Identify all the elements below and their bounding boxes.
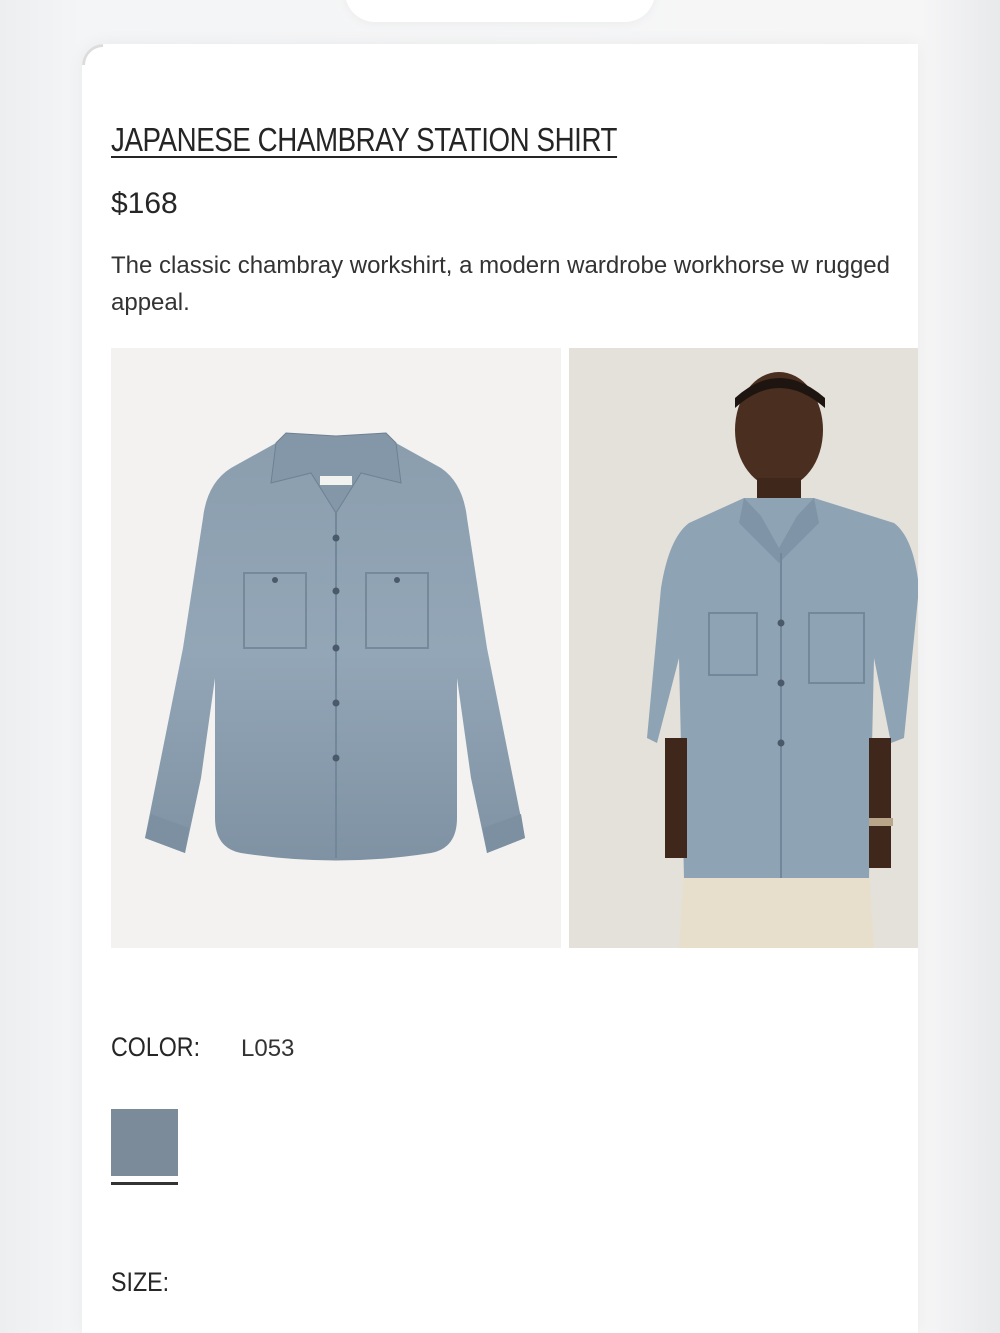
product-title[interactable]: JAPANESE CHAMBRAY STATION SHIRT [111, 121, 617, 159]
color-value: L053 [241, 1035, 295, 1062]
shirt-model-image[interactable] [569, 348, 918, 948]
top-pill [345, 0, 655, 22]
swatch-selected-indicator [111, 1182, 178, 1185]
product-price: $168 [111, 187, 178, 220]
color-label: COLOR: [111, 1032, 201, 1062]
shirt-flat-image[interactable] [111, 348, 561, 948]
product-card: JAPANESE CHAMBRAY STATION SHIRT $168 The… [82, 44, 918, 1333]
product-description: The classic chambray workshirt, a modern… [111, 252, 890, 316]
size-label: SIZE: [111, 1267, 170, 1297]
color-row: COLOR: L053 [111, 1032, 294, 1063]
color-swatch-selected[interactable] [111, 1109, 178, 1176]
